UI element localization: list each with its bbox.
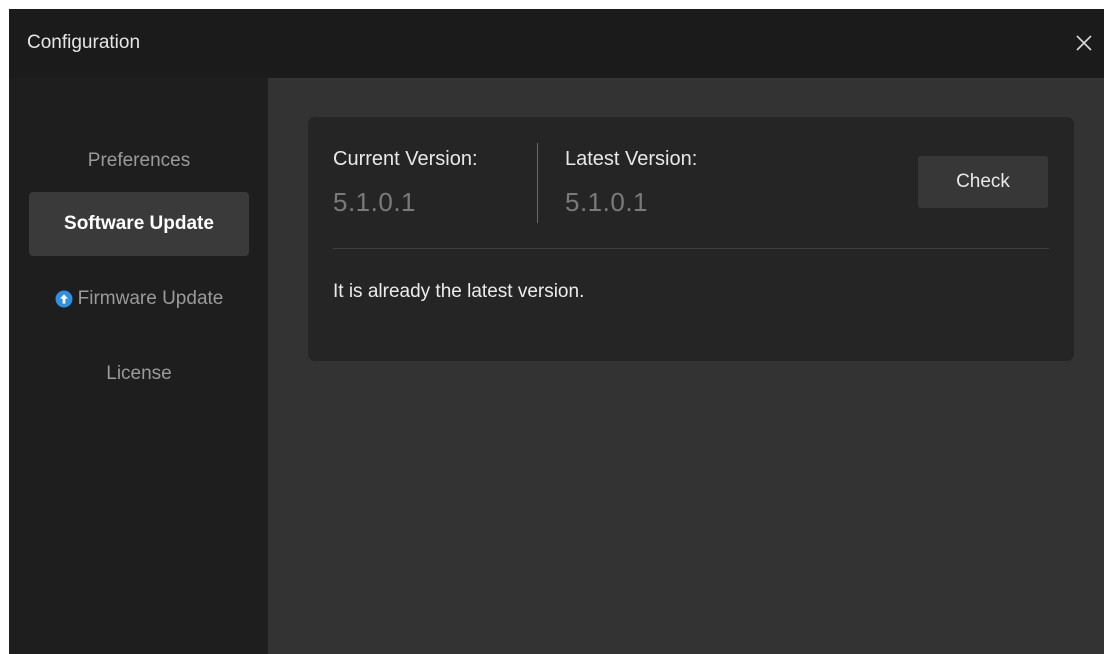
card-divider xyxy=(333,248,1049,249)
current-version-value: 5.1.0.1 xyxy=(333,187,417,217)
update-status-text: It is already the latest version. xyxy=(333,281,585,302)
version-divider xyxy=(537,143,538,223)
close-icon xyxy=(1076,35,1092,51)
sidebar-item-preferences[interactable]: Preferences xyxy=(29,129,249,193)
version-card: Current Version: 5.1.0.1 Latest Version:… xyxy=(308,117,1074,361)
latest-version-label: Latest Version: xyxy=(565,148,698,170)
sidebar-item-label: Preferences xyxy=(87,150,191,171)
sidebar-item-label: License xyxy=(106,363,172,384)
current-version-label: Current Version: xyxy=(333,148,478,170)
sidebar-item-label: Firmware Update xyxy=(77,288,224,309)
latest-version-value: 5.1.0.1 xyxy=(565,187,649,217)
arrow-up-circle-icon xyxy=(55,290,73,308)
check-button[interactable]: Check xyxy=(918,156,1048,208)
configuration-window: Configuration Preferences Software Updat… xyxy=(9,9,1104,654)
sidebar-item-firmware-update[interactable]: Firmware Update xyxy=(29,267,249,331)
sidebar-item-license[interactable]: License xyxy=(29,342,249,406)
window-title: Configuration xyxy=(27,32,141,53)
close-button[interactable] xyxy=(1070,29,1098,57)
sidebar-item-label: Software Update xyxy=(64,213,214,234)
title-bar: Configuration xyxy=(9,9,1104,78)
main-panel: Current Version: 5.1.0.1 Latest Version:… xyxy=(268,78,1104,654)
sidebar-item-software-update[interactable]: Software Update xyxy=(29,192,249,256)
sidebar: Preferences Software Update Firmware Upd… xyxy=(9,78,268,654)
